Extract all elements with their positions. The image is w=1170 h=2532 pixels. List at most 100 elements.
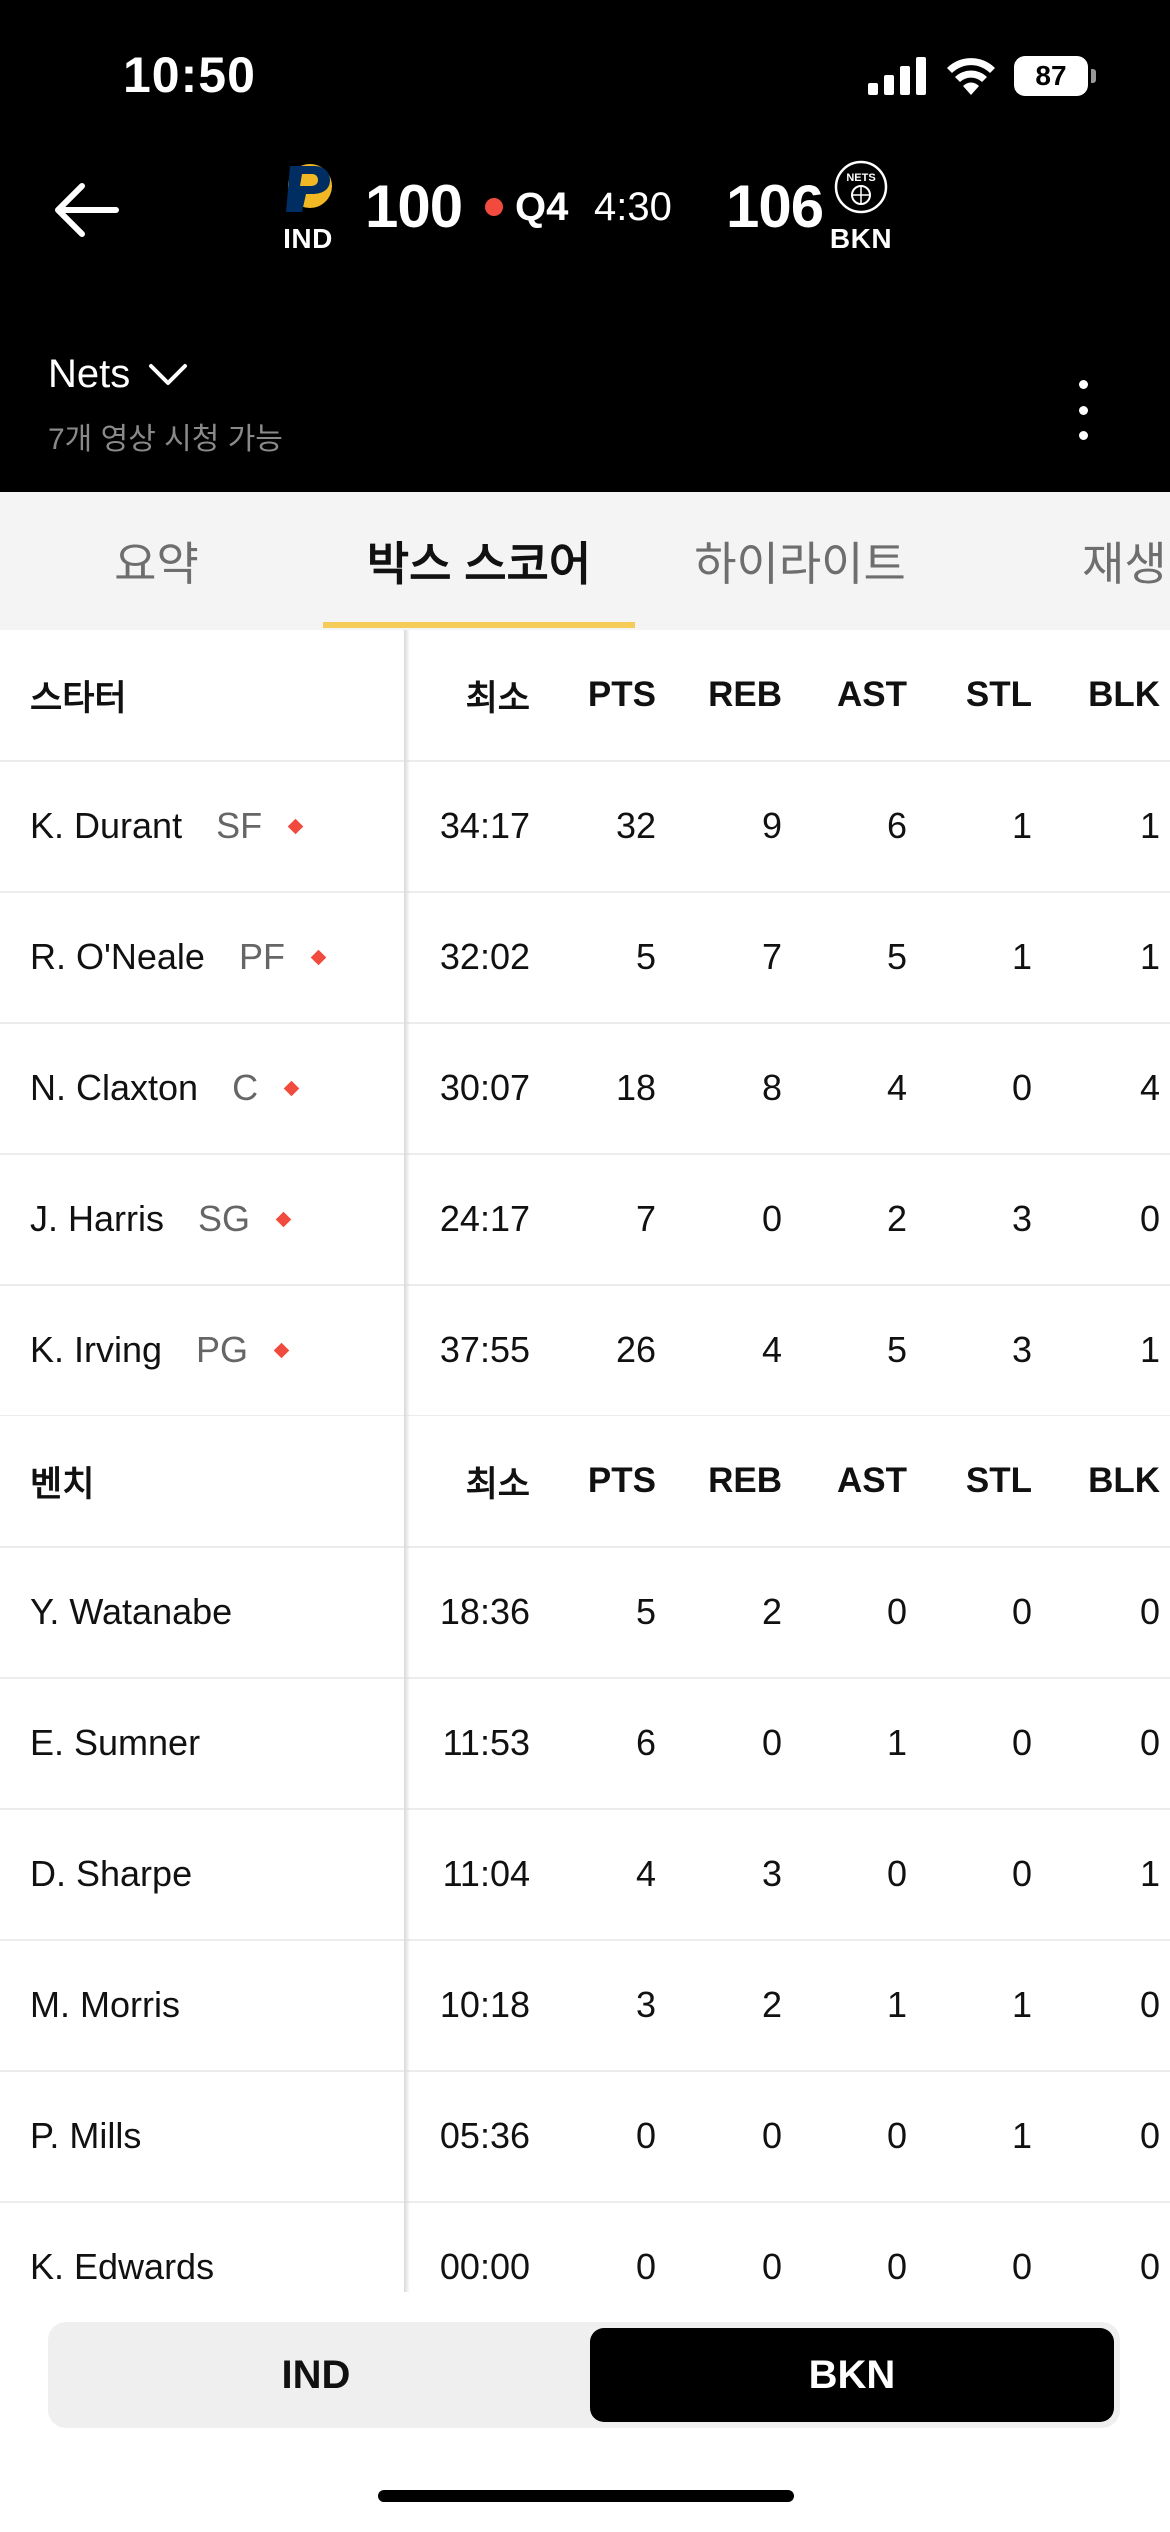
player-name[interactable]: Y. Watanabe (30, 1591, 232, 1633)
stat-pts: 6 (635, 1722, 656, 1763)
player-name[interactable]: D. Sharpe (30, 1853, 192, 1895)
bench-section-label: 벤치 (30, 1464, 95, 1504)
stat-pts: 5 (635, 936, 656, 977)
player-name[interactable]: K. Edwards (30, 2246, 214, 2288)
more-vertical-icon (1078, 380, 1088, 389)
player-name[interactable]: P. Mills (30, 2115, 141, 2157)
stat-blk: 0 (1139, 1198, 1160, 1239)
team-toggle: IND BKN (48, 2322, 1120, 2428)
stat-pts: 18 (615, 1067, 656, 1108)
nets-logo-icon: NETS (834, 160, 888, 214)
channel-name: Nets (48, 352, 131, 396)
live-indicator-dot (485, 198, 503, 216)
column-header-min[interactable]: 최소 (412, 1416, 530, 1546)
stat-ast: 0 (886, 2115, 907, 2156)
column-header-reb[interactable]: REB (690, 630, 782, 760)
player-name-cell[interactable]: N. Claxton C (30, 1023, 300, 1153)
player-name[interactable]: N. Claxton (30, 1067, 198, 1109)
away-team[interactable]: IND (275, 160, 341, 255)
stat-pts: 26 (615, 1329, 656, 1370)
player-name-cell[interactable]: M. Morris (30, 1940, 180, 2070)
stat-reb: 2 (761, 1591, 782, 1632)
stat-pts: 5 (635, 1591, 656, 1632)
starter-diamond-icon (283, 1080, 300, 1096)
home-indicator[interactable] (378, 2490, 794, 2502)
stat-reb: 3 (761, 1853, 782, 1894)
stat-blk: 1 (1139, 805, 1160, 846)
player-name-cell[interactable]: K. Irving PG (30, 1285, 290, 1415)
team-toggle-bkn[interactable]: BKN (590, 2328, 1114, 2422)
stat-stl: 0 (1011, 1067, 1032, 1108)
battery-icon: 87 (1014, 56, 1096, 96)
player-position: SG (198, 1198, 251, 1239)
player-row[interactable]: R. O'Neale PF 32:02 5 7 5 1 1 (0, 892, 1170, 1024)
starter-diamond-icon (287, 818, 304, 834)
player-row[interactable]: M. Morris 10:18 3 2 1 1 0 (0, 1940, 1170, 2072)
player-name[interactable]: E. Sumner (30, 1722, 200, 1764)
stat-pts: 3 (635, 1984, 656, 2025)
player-row[interactable]: D. Sharpe 11:04 4 3 0 0 1 (0, 1809, 1170, 1941)
player-position: C (232, 1067, 259, 1108)
stat-stl: 1 (1011, 936, 1032, 977)
player-name[interactable]: J. Harris (30, 1198, 164, 1240)
player-row[interactable]: Y. Watanabe 18:36 5 2 0 0 0 (0, 1547, 1170, 1679)
channel-selector[interactable]: Nets (48, 352, 188, 397)
player-name-cell[interactable]: D. Sharpe (30, 1809, 192, 1939)
column-header-min[interactable]: 최소 (412, 630, 530, 760)
player-row[interactable]: J. Harris SG 24:17 7 0 2 3 0 (0, 1154, 1170, 1286)
content-tabs: 요약 박스 스코어 하이라이트 재생 (0, 492, 1170, 630)
player-name[interactable]: M. Morris (30, 1984, 180, 2026)
column-header-pts[interactable]: PTS (560, 1416, 656, 1546)
player-name-cell[interactable]: K. Edwards (30, 2202, 214, 2292)
player-position: SF (216, 805, 263, 846)
pacers-logo-icon (286, 164, 332, 212)
player-name[interactable]: R. O'Neale (30, 936, 205, 978)
player-row[interactable]: P. Mills 05:36 0 0 0 1 0 (0, 2071, 1170, 2203)
tab-highlights[interactable]: 하이라이트 (640, 492, 960, 630)
stat-stl: 0 (1011, 2246, 1032, 2287)
tab-box-score[interactable]: 박스 스코어 (323, 492, 635, 630)
player-row[interactable]: N. Claxton C 30:07 18 8 4 0 4 (0, 1023, 1170, 1155)
column-header-stl[interactable]: STL (940, 630, 1032, 760)
column-header-pts[interactable]: PTS (560, 630, 656, 760)
player-name[interactable]: K. Durant (30, 805, 182, 847)
stat-reb: 7 (761, 936, 782, 977)
player-name-cell[interactable]: E. Sumner (30, 1678, 200, 1808)
player-name-cell[interactable]: J. Harris SG (30, 1154, 292, 1284)
column-header-stl[interactable]: STL (940, 1416, 1032, 1546)
stat-min: 05:36 (439, 2115, 530, 2156)
player-name-cell[interactable]: P. Mills (30, 2071, 141, 2201)
player-row[interactable]: K. Irving PG 37:55 26 4 5 3 1 (0, 1285, 1170, 1417)
chevron-down-icon (149, 363, 188, 385)
column-header-ast[interactable]: AST (815, 630, 907, 760)
more-options-button[interactable] (1068, 380, 1098, 440)
stat-reb: 4 (761, 1329, 782, 1370)
stat-min: 34:17 (439, 805, 530, 846)
player-name[interactable]: K. Irving (30, 1329, 162, 1371)
player-name-cell[interactable]: Y. Watanabe (30, 1547, 232, 1677)
player-row[interactable]: K. Durant SF 34:17 32 9 6 1 1 (0, 761, 1170, 893)
tab-replay[interactable]: 재생 (1082, 492, 1167, 630)
player-row[interactable]: E. Sumner 11:53 6 0 1 0 0 (0, 1678, 1170, 1810)
column-header-reb[interactable]: REB (690, 1416, 782, 1546)
stat-blk: 1 (1139, 1329, 1160, 1370)
back-button[interactable] (42, 170, 128, 250)
player-row[interactable]: K. Edwards 00:00 0 0 0 0 0 (0, 2202, 1170, 2292)
home-team[interactable]: NETS BKN (828, 160, 894, 255)
column-header-blk[interactable]: BLK (1060, 630, 1160, 760)
stat-stl: 3 (1011, 1329, 1032, 1370)
starters-header-row: 스타터 최소 PTS REB AST STL BLK (0, 630, 1170, 762)
stat-ast: 2 (886, 1198, 907, 1239)
battery-level: 87 (1014, 56, 1088, 96)
column-header-ast[interactable]: AST (815, 1416, 907, 1546)
stat-min: 37:55 (439, 1329, 530, 1370)
team-toggle-ind[interactable]: IND (54, 2328, 578, 2422)
player-name-cell[interactable]: K. Durant SF (30, 761, 304, 891)
player-name-cell[interactable]: R. O'Neale PF (30, 892, 327, 1022)
stat-reb: 0 (761, 2115, 782, 2156)
stat-stl: 0 (1011, 1853, 1032, 1894)
column-header-blk[interactable]: BLK (1060, 1416, 1160, 1546)
tab-summary[interactable]: 요약 (0, 492, 313, 630)
stat-stl: 1 (1011, 805, 1032, 846)
stat-reb: 0 (761, 1722, 782, 1763)
